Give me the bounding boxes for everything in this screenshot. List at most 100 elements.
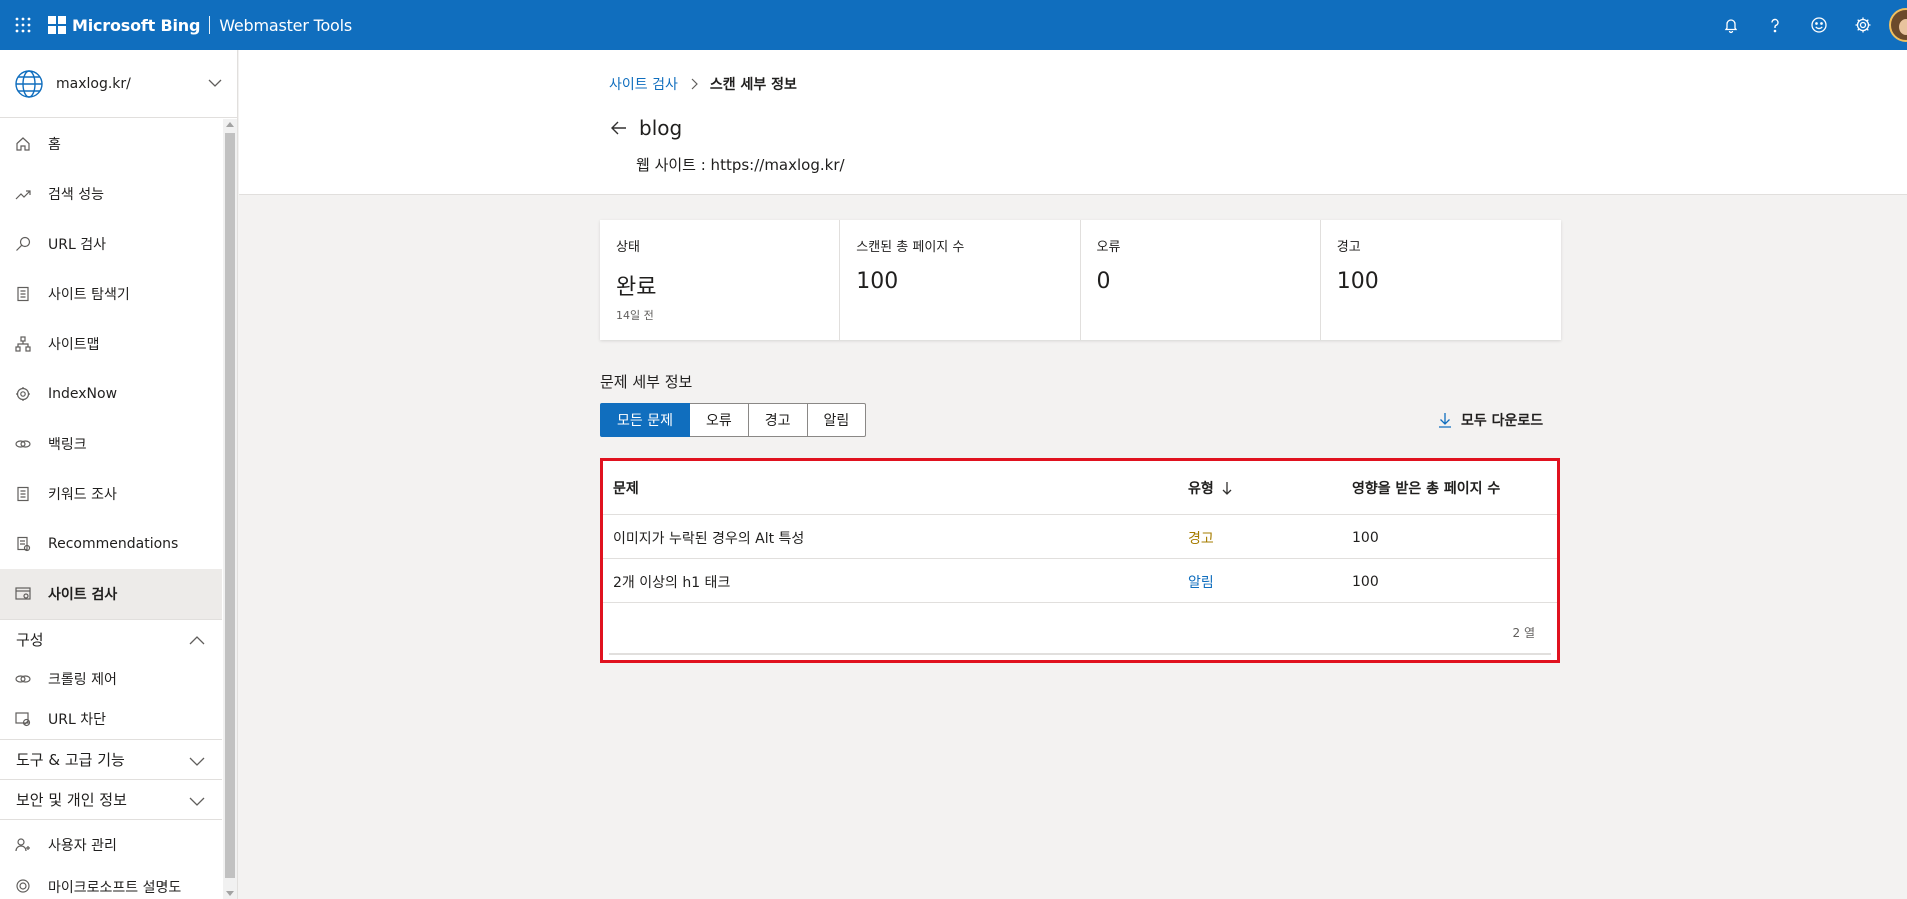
total-pages-card: 스캔된 총 페이지 수 100	[840, 220, 1081, 340]
group-label: 보안 및 개인 정보	[16, 791, 127, 809]
top-bar: Microsoft Bing Webmaster Tools	[0, 0, 1907, 50]
scroll-thumb[interactable]	[225, 133, 235, 878]
sidebar-scrollbar[interactable]	[223, 119, 237, 899]
microsoft-logo	[48, 16, 66, 34]
filter-all-issues[interactable]: 모든 문제	[600, 403, 690, 437]
sitemap-icon	[14, 335, 32, 353]
gear-icon	[14, 385, 32, 403]
trend-icon	[14, 185, 32, 203]
sidebar-item-label: 사이트 검사	[48, 587, 118, 603]
card-label: 상태	[616, 240, 640, 255]
user-icon	[14, 836, 32, 854]
issue-cell[interactable]: 이미지가 누락된 경우의 Alt 특성	[613, 516, 804, 559]
group-label: 도구 & 고급 기능	[16, 751, 125, 769]
chevron-down-icon	[208, 79, 222, 87]
bell-icon[interactable]	[1709, 0, 1753, 50]
sidebar-item-url-inspection[interactable]: URL 검사	[0, 219, 222, 269]
table-row[interactable]: 2개 이상의 h1 태크 알림 100	[603, 560, 1557, 603]
sidebar-item-search-performance[interactable]: 검색 성능	[0, 169, 222, 219]
table-divider	[609, 653, 1551, 655]
column-label: 영향을 받은 총 페이지 수	[1352, 481, 1501, 497]
website-url: 웹 사이트 : https://maxlog.kr/	[636, 156, 845, 174]
product-name[interactable]: Webmaster Tools	[219, 16, 352, 35]
brand-name[interactable]: Microsoft Bing	[72, 16, 200, 35]
sidebar-item-backlinks[interactable]: 백링크	[0, 419, 222, 469]
card-label: 오류	[1096, 240, 1121, 255]
filter-notices[interactable]: 알림	[807, 403, 867, 437]
scroll-down-arrow[interactable]	[226, 891, 234, 896]
breadcrumb-current: 스캔 세부 정보	[709, 77, 797, 93]
sidebar-group-config[interactable]: 구성	[0, 619, 222, 659]
title-row: blog	[609, 116, 682, 140]
summary-cards: 상태 완료 14일 전 스캔된 총 페이지 수 100 오류 0 경고 100	[600, 220, 1561, 340]
column-label: 문제	[613, 481, 639, 497]
sidebar-item-label: 크롤링 제어	[48, 672, 117, 688]
sidebar-item-label: 사이트맵	[48, 337, 100, 353]
page-header: 사이트 검사 스캔 세부 정보 blog 웹 사이트 : https://max…	[239, 50, 1907, 195]
recommendations-icon	[14, 535, 32, 553]
help-icon[interactable]	[1753, 0, 1797, 50]
sidebar-item-label: IndexNow	[48, 386, 118, 402]
avatar[interactable]	[1889, 8, 1907, 42]
sidebar: maxlog.kr/ 홈 검색 성능 URL 검사 사이트 탐색기 사이트맵 I…	[0, 50, 238, 899]
sidebar-item-label: 사용자 관리	[48, 837, 117, 854]
sidebar-item-survey[interactable]: 마이크로소프트 설명도	[0, 869, 222, 899]
sidebar-item-label: 마이크로소프트 설명도	[48, 880, 182, 896]
type-cell: 경고	[1188, 530, 1214, 547]
filter-errors[interactable]: 오류	[689, 403, 749, 437]
sidebar-nav: 홈 검색 성능 URL 검사 사이트 탐색기 사이트맵 IndexNow 백링크	[0, 119, 222, 899]
sidebar-item-label: URL 차단	[48, 712, 106, 728]
document-icon	[14, 285, 32, 303]
card-value: 100	[1336, 269, 1379, 294]
sort-descending-icon	[1222, 482, 1232, 495]
smiley-icon[interactable]	[1797, 0, 1841, 50]
download-all-button[interactable]: 모두 다운로드	[1437, 410, 1543, 430]
sidebar-item-site-scan[interactable]: 사이트 검사	[0, 569, 222, 619]
table-row[interactable]: 이미지가 누락된 경우의 Alt 특성 경고 100	[603, 516, 1557, 559]
issues-table: 문제 유형 영향을 받은 총 페이지 수 이미지가 누락된 경우의 Alt 특성…	[600, 458, 1560, 663]
sidebar-item-block-urls[interactable]: URL 차단	[0, 699, 222, 739]
breadcrumb: 사이트 검사 스캔 세부 정보	[609, 74, 797, 94]
gear-icon[interactable]	[1841, 0, 1885, 50]
status-card: 상태 완료 14일 전	[600, 220, 841, 340]
link-icon	[14, 435, 32, 453]
waffle-icon[interactable]	[0, 0, 46, 50]
sidebar-item-label: 백링크	[48, 437, 87, 453]
sidebar-item-label: URL 검사	[48, 237, 106, 253]
sidebar-item-recommendations[interactable]: Recommendations	[0, 519, 222, 569]
sidebar-item-keyword-research[interactable]: 키워드 조사	[0, 469, 222, 519]
chevron-down-icon	[189, 797, 205, 806]
sidebar-item-user-management[interactable]: 사용자 관리	[0, 819, 222, 869]
download-label: 모두 다운로드	[1461, 413, 1544, 429]
sidebar-item-crawl-control[interactable]: 크롤링 제어	[0, 659, 222, 699]
warnings-card: 경고 100	[1321, 220, 1561, 340]
block-icon	[14, 710, 32, 728]
sidebar-item-indexnow[interactable]: IndexNow	[0, 369, 222, 419]
site-scan-icon	[14, 585, 32, 603]
sidebar-item-sitemaps[interactable]: 사이트맵	[0, 319, 222, 369]
card-label: 경고	[1336, 240, 1361, 255]
sidebar-group-tools[interactable]: 도구 & 고급 기능	[0, 739, 222, 779]
group-label: 구성	[16, 631, 44, 649]
sidebar-item-label: 키워드 조사	[48, 487, 117, 503]
filter-warnings[interactable]: 경고	[748, 403, 808, 437]
issue-cell[interactable]: 2개 이상의 h1 태크	[613, 560, 730, 603]
card-value: 100	[856, 269, 899, 294]
sidebar-item-home[interactable]: 홈	[0, 119, 222, 169]
sidebar-item-label: 사이트 탐색기	[48, 287, 130, 303]
column-header-affected-pages[interactable]: 영향을 받은 총 페이지 수	[1352, 461, 1500, 515]
sidebar-group-security[interactable]: 보안 및 개인 정보	[0, 779, 222, 819]
column-header-type[interactable]: 유형	[1188, 461, 1234, 515]
issue-details-title: 문제 세부 정보	[600, 373, 693, 391]
site-selector[interactable]: maxlog.kr/	[0, 50, 237, 118]
card-label: 스캔된 총 페이지 수	[856, 240, 965, 255]
document-icon	[14, 485, 32, 503]
scroll-up-arrow[interactable]	[226, 122, 234, 127]
column-header-issue[interactable]: 문제	[613, 461, 639, 515]
back-arrow-icon[interactable]	[609, 118, 629, 138]
card-subtext: 14일 전	[616, 309, 654, 322]
site-name: maxlog.kr/	[56, 75, 131, 92]
sidebar-item-site-explorer[interactable]: 사이트 탐색기	[0, 269, 222, 319]
pages-cell: 100	[1352, 573, 1379, 590]
breadcrumb-site-scan-link[interactable]: 사이트 검사	[609, 74, 678, 94]
